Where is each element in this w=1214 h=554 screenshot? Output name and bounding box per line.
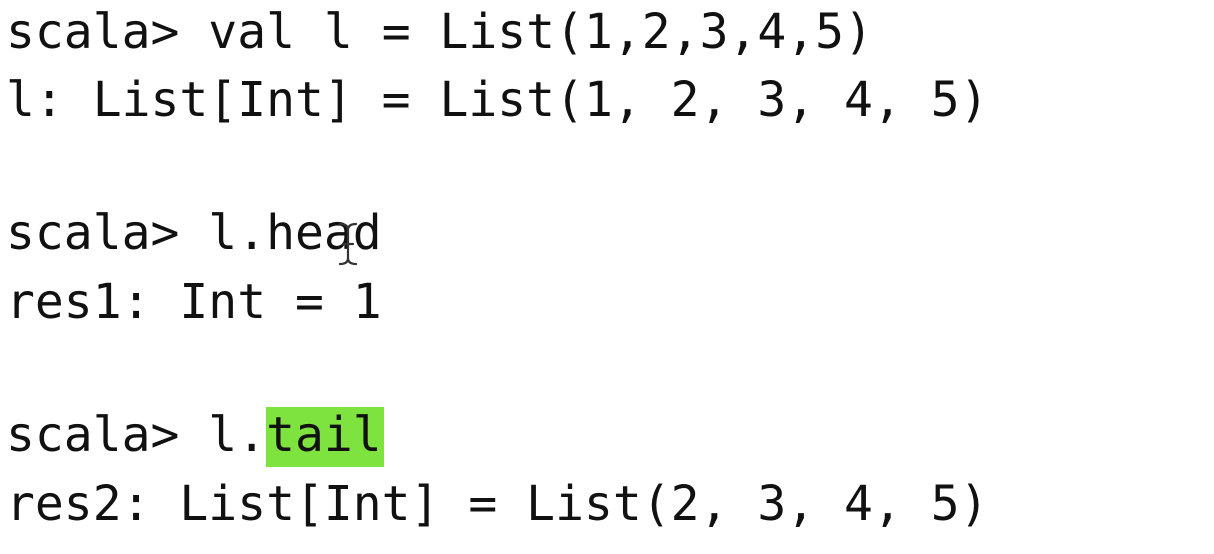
repl-prompt: scala> xyxy=(6,205,209,261)
scala-repl-terminal[interactable]: scala> val l = List(1,2,3,4,5) l: List[I… xyxy=(0,0,1214,554)
repl-input-prefix: l. xyxy=(208,407,267,463)
selected-text-highlight[interactable]: tail xyxy=(266,407,384,467)
repl-output-line: res2: List[Int] = List(2, 3, 4, 5) xyxy=(6,474,989,534)
repl-output-line: res1: Int = 1 xyxy=(6,272,382,332)
repl-output-line: l: List[Int] = List(1, 2, 3, 4, 5) xyxy=(6,70,989,130)
repl-input-line: scala> l.tail xyxy=(6,405,384,467)
repl-prompt: scala> xyxy=(6,407,209,463)
repl-input-line: scala> val l = List(1,2,3,4,5) xyxy=(6,2,873,62)
repl-output: res1: Int = 1 xyxy=(6,274,382,330)
repl-prompt: scala> xyxy=(6,4,209,60)
repl-output: res2: List[Int] = List(2, 3, 4, 5) xyxy=(6,476,989,532)
repl-input-line: scala> l.head xyxy=(6,203,382,263)
text-cursor-icon xyxy=(338,222,358,266)
repl-output: l: List[Int] = List(1, 2, 3, 4, 5) xyxy=(6,72,989,128)
repl-input: val l = List(1,2,3,4,5) xyxy=(208,4,873,60)
